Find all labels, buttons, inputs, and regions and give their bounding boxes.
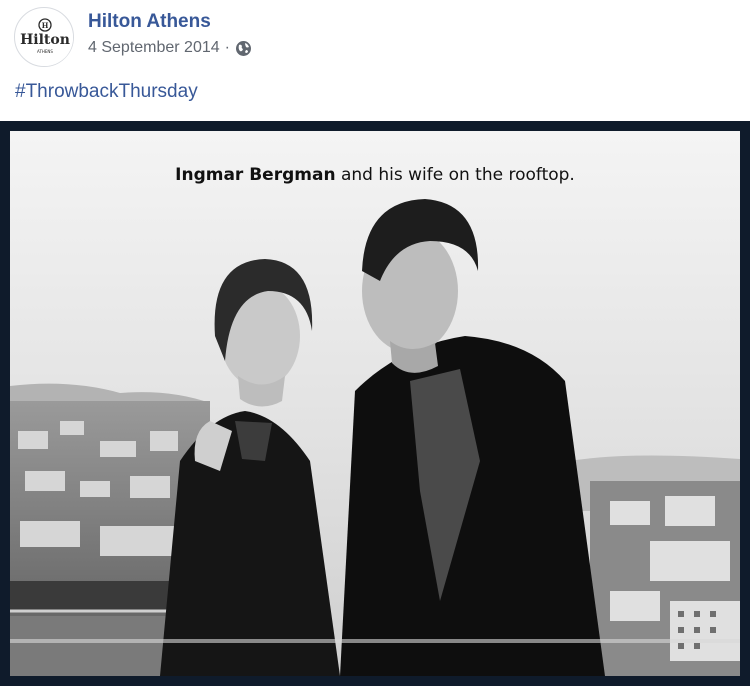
photo-caption: Ingmar Bergman and his wife on the rooft…: [10, 165, 740, 185]
post-header: H Hilton ATHENS Hilton Athens 4 Septembe…: [14, 7, 734, 67]
photo-caption-text: and his wife on the rooftop.: [335, 165, 575, 185]
photo-frame: Ingmar Bergman and his wife on the rooft…: [0, 121, 750, 686]
svg-text:Hilton: Hilton: [20, 32, 70, 48]
hilton-logo: H Hilton ATHENS: [17, 10, 73, 66]
meta-separator: ·: [224, 39, 230, 56]
page-avatar[interactable]: H Hilton ATHENS: [14, 7, 74, 67]
post-meta: 4 September 2014 ·: [88, 39, 252, 57]
bergman-rooftop-photo: [10, 131, 740, 676]
post-photo[interactable]: Ingmar Bergman and his wife on the rooft…: [10, 131, 740, 676]
svg-text:H: H: [42, 21, 49, 30]
post-caption-hashtag[interactable]: #ThrowbackThursday: [15, 81, 198, 103]
photo-caption-name: Ingmar Bergman: [175, 165, 336, 185]
svg-text:ATHENS: ATHENS: [37, 49, 53, 54]
globe-icon[interactable]: [235, 40, 252, 57]
post-date[interactable]: 4 September 2014: [88, 39, 220, 57]
page-name-link[interactable]: Hilton Athens: [88, 11, 211, 33]
